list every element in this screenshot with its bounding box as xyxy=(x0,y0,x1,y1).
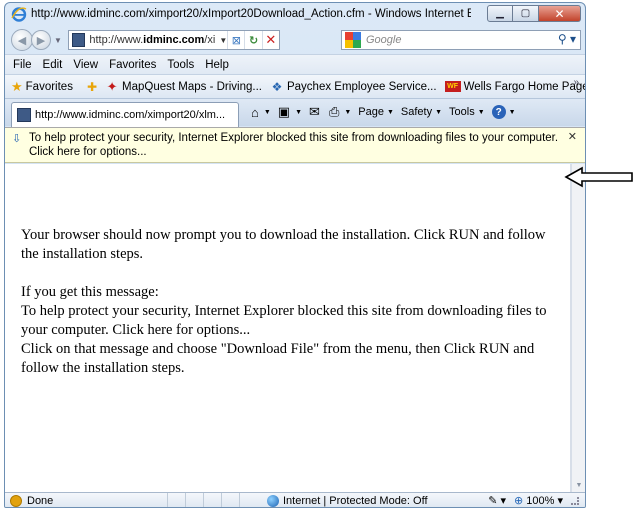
compatibility-view-icon[interactable]: ⊠ xyxy=(227,31,244,49)
address-dropdown-icon[interactable]: ▼ xyxy=(219,36,227,45)
favorites-star-icon[interactable]: ★ xyxy=(11,79,23,95)
page-status-icon xyxy=(10,495,22,507)
address-bar[interactable]: http://www.idminc.com/ximp ▼ ⊠ ↻ ✕ xyxy=(67,30,280,50)
close-button[interactable]: ✕ xyxy=(539,5,581,22)
tab-favicon-icon xyxy=(17,108,31,122)
annotation-arrow-icon xyxy=(564,166,633,188)
add-to-favorites-icon[interactable]: ✚ xyxy=(87,80,97,94)
help-icon: ? xyxy=(491,105,506,119)
rss-feed-icon: ▣ xyxy=(277,104,291,119)
command-bar: ⌂ ▼ ▣ ▼ ✉ ⎙ ▼ Page ▼ Safety ▼ Tools ▼ ? ▼ xyxy=(251,104,523,120)
message-intro-line: If you get this message: xyxy=(21,284,159,300)
back-button[interactable]: ◀ xyxy=(11,29,33,51)
instruction-paragraph: Your browser should now prompt you to do… xyxy=(21,227,546,262)
zoom-icon: ⊕ xyxy=(514,495,524,507)
menu-bar: File Edit View Favorites Tools Help xyxy=(5,54,585,74)
title-bar: http://www.idminc.com/ximport20/xImport2… xyxy=(5,3,585,25)
download-blocked-icon: ⇩ xyxy=(12,133,22,145)
zoom-control[interactable]: ⊕ 100% ▾ xyxy=(514,494,563,507)
status-pane xyxy=(203,492,221,507)
refresh-icon[interactable]: ↻ xyxy=(244,31,261,49)
window-title: http://www.idminc.com/ximport20/xImport2… xyxy=(31,8,471,20)
status-pane xyxy=(185,492,203,507)
tab-row: http://www.idminc.com/ximport20/xlm... ⌂… xyxy=(5,98,585,127)
favorites-bar: ★ Favorites ✚ ✦ MapQuest Maps - Driving.… xyxy=(5,74,585,98)
blocked-message-quote: To help protect your security, Internet … xyxy=(21,303,547,338)
address-url[interactable]: http://www.idminc.com/ximp xyxy=(89,34,215,46)
paychex-icon: ❖ xyxy=(271,79,283,94)
menu-help[interactable]: Help xyxy=(205,59,229,71)
maximize-button[interactable]: ▢ xyxy=(513,5,539,22)
protected-mode-icon[interactable]: ✎ ▾ xyxy=(488,494,506,507)
read-mail-button[interactable]: ✉ xyxy=(309,104,322,120)
page-content: Your browser should now prompt you to do… xyxy=(5,164,571,492)
status-pane xyxy=(239,492,257,507)
favorite-link-paychex[interactable]: ❖ Paychex Employee Service... xyxy=(270,80,437,94)
favorite-link-wellsfargo[interactable]: WF Wells Fargo Home Page xyxy=(444,81,585,93)
mapquest-icon: ✦ xyxy=(106,78,118,94)
site-favicon-icon xyxy=(71,33,86,47)
navigation-bar: ◀ ▶ ▼ http://www.idminc.com/ximp ▼ ⊠ ↻ ✕… xyxy=(5,26,585,54)
resize-grip-icon[interactable] xyxy=(571,496,579,505)
tab-current[interactable]: http://www.idminc.com/ximport20/xlm... xyxy=(11,102,239,127)
favorites-overflow-chevron-icon[interactable]: » xyxy=(573,77,579,88)
page-menu[interactable]: Page ▼ xyxy=(358,106,394,118)
recent-pages-dropdown-icon[interactable]: ▼ xyxy=(54,36,62,45)
wellsfargo-icon: WF xyxy=(444,81,461,92)
menu-view[interactable]: View xyxy=(73,59,98,71)
favorite-link-mapquest[interactable]: ✦ MapQuest Maps - Driving... xyxy=(105,78,262,94)
status-right-controls: ✎ ▾ ⊕ 100% ▾ xyxy=(488,494,579,507)
browser-window: http://www.idminc.com/ximport20/xImport2… xyxy=(4,2,586,508)
internet-zone-globe-icon xyxy=(267,495,279,507)
window-controls: ▁ ▢ ✕ xyxy=(487,5,581,22)
feeds-button[interactable]: ▣ ▼ xyxy=(278,104,302,120)
forward-button[interactable]: ▶ xyxy=(31,30,51,50)
status-pane xyxy=(221,492,239,507)
information-bar[interactable]: ⇩ To help protect your security, Interne… xyxy=(5,127,585,163)
help-button[interactable]: ? ▼ xyxy=(491,105,516,119)
information-bar-close-icon[interactable]: ✕ xyxy=(568,130,577,143)
safety-menu[interactable]: Safety ▼ xyxy=(401,106,442,118)
page-body: Your browser should now prompt you to do… xyxy=(21,226,561,378)
scroll-down-arrow-icon[interactable]: ▼ xyxy=(572,478,585,492)
menu-favorites[interactable]: Favorites xyxy=(109,59,156,71)
information-bar-text[interactable]: To help protect your security, Internet … xyxy=(29,131,565,159)
menu-edit[interactable]: Edit xyxy=(43,59,63,71)
minimize-button[interactable]: ▁ xyxy=(487,5,513,22)
print-button[interactable]: ⎙ ▼ xyxy=(329,104,351,120)
download-instructions: Click on that message and choose "Downlo… xyxy=(21,341,535,376)
home-button[interactable]: ⌂ ▼ xyxy=(251,105,271,120)
security-zone[interactable]: Internet | Protected Mode: Off xyxy=(267,495,428,507)
menu-file[interactable]: File xyxy=(13,59,32,71)
stop-icon[interactable]: ✕ xyxy=(261,31,279,49)
status-pane xyxy=(167,492,185,507)
printer-icon: ⎙ xyxy=(328,104,340,119)
home-icon: ⌂ xyxy=(251,104,259,120)
tab-label: http://www.idminc.com/ximport20/xlm... xyxy=(35,109,226,121)
search-box[interactable]: Google ⚲ ▾ xyxy=(341,30,581,50)
status-panes xyxy=(167,492,257,507)
search-input[interactable]: Google xyxy=(366,34,401,46)
menu-tools[interactable]: Tools xyxy=(167,59,194,71)
mail-icon: ✉ xyxy=(309,104,320,119)
favorites-button[interactable]: Favorites xyxy=(26,81,73,93)
internet-explorer-icon xyxy=(11,6,27,22)
status-bar: Done Internet | Protected Mode: Off ✎ ▾ … xyxy=(5,492,585,507)
search-icon[interactable]: ⚲ ▾ xyxy=(558,32,576,46)
google-icon xyxy=(345,32,361,48)
status-text: Done xyxy=(27,495,54,507)
tools-menu[interactable]: Tools ▼ xyxy=(449,106,485,118)
vertical-scrollbar[interactable]: ▲ ▼ xyxy=(571,164,585,492)
